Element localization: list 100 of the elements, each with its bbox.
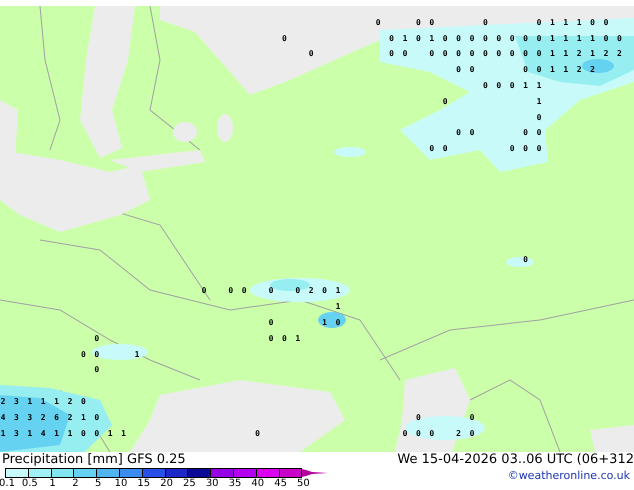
scale-label: 15 [137, 478, 150, 489]
precipitation-value: 1 [550, 18, 555, 27]
sea-area [590, 425, 634, 452]
precipitation-value: 0 [523, 66, 528, 74]
precipitation-value: 0 [470, 430, 474, 438]
precipitation-area [334, 147, 366, 157]
scale-label: 30 [206, 478, 219, 489]
precipitation-value: 1 [550, 66, 555, 74]
precipitation-value: 1 [590, 34, 595, 43]
precipitation-value: 1 [134, 350, 140, 359]
credit-link[interactable]: ©weatheronline.co.uk [508, 469, 634, 482]
precipitation-value: 0 [80, 350, 86, 359]
precipitation-value: 0 [470, 414, 474, 422]
precipitation-value: 0 [523, 50, 528, 58]
precipitation-value: 0 [268, 319, 274, 327]
scale-label: 0.1 [0, 478, 15, 489]
precipitation-value: 2 [68, 398, 72, 406]
precipitation-value: 0 [429, 145, 434, 154]
precipitation-value: 1 [550, 50, 555, 58]
precipitation-value: 0 [94, 334, 100, 343]
precipitation-value: 0 [429, 430, 434, 438]
precipitation-value: 0 [94, 430, 100, 438]
precipitation-value: 0 [376, 18, 381, 27]
precipitation-value: 3 [27, 414, 32, 422]
precipitation-value: 0 [94, 350, 100, 359]
precipitation-value: 1 [40, 398, 46, 406]
precipitation-value: 2 [68, 414, 72, 422]
precipitation-value: 0 [242, 287, 247, 296]
precipitation-value: 0 [202, 287, 206, 296]
precipitation-value: 0 [429, 18, 434, 27]
precipitation-value: 0 [389, 50, 394, 58]
scale-label: 20 [160, 478, 173, 489]
precipitation-value: 0 [482, 34, 488, 43]
precipitation-value: 1 [590, 50, 595, 58]
precipitation-value: 1 [576, 34, 582, 43]
precipitation-value: 1 [536, 98, 542, 106]
precipitation-value: 0 [322, 287, 327, 296]
precipitation-value: 0 [536, 66, 542, 74]
precipitation-value: 1 [523, 82, 528, 90]
precipitation-value: 0 [442, 98, 448, 106]
precipitation-value: 0 [536, 34, 542, 43]
precipitation-value: 1 [550, 34, 555, 43]
scale-label: 40 [251, 478, 264, 489]
precipitation-value: 0 [255, 430, 260, 438]
precipitation-value: 0 [268, 334, 274, 343]
precipitation-area [92, 344, 148, 360]
precipitation-value: 0 [470, 34, 474, 43]
precipitation-value: 1 [27, 398, 32, 406]
precipitation-value: 0 [510, 82, 515, 90]
precipitation-value: 0 [295, 287, 300, 296]
precipitation-value: 0 [604, 18, 608, 27]
precipitation-value: 4 [0, 414, 6, 422]
precipitation-value: 2 [308, 287, 314, 296]
scale-label: 5 [95, 478, 102, 489]
precipitation-value: 1 [322, 319, 327, 327]
precipitation-value: 0 [282, 34, 287, 43]
precipitation-value: 2 [40, 414, 46, 422]
precipitation-value: 1 [563, 34, 568, 43]
precipitation-value: 2 [576, 50, 582, 58]
precipitation-value: 0 [228, 287, 234, 296]
precipitation-value: 0 [416, 34, 421, 43]
precipitation-value: 3 [14, 430, 19, 438]
precipitation-value: 0 [94, 414, 100, 422]
precipitation-value: 0 [336, 319, 340, 327]
precipitation-value: 0 [442, 145, 448, 154]
precipitation-value: 1 [536, 82, 542, 90]
lake-area [173, 122, 197, 142]
precipitation-value: 0 [402, 430, 408, 438]
precipitation-value: 3 [14, 414, 19, 422]
precipitation-value: 1 [336, 303, 340, 312]
precipitation-value: 4 [40, 430, 46, 438]
precipitation-value: 2 [456, 430, 461, 438]
precipitation-value: 1 [68, 430, 72, 438]
scale-label: 10 [114, 478, 128, 489]
precipitation-value: 0 [470, 66, 474, 74]
precipitation-value: 0 [510, 34, 515, 43]
precipitation-area [506, 257, 534, 267]
precipitation-value: 0 [416, 414, 421, 422]
lake-area [217, 114, 233, 142]
precipitation-value: 2 [590, 66, 595, 74]
precipitation-value: 0 [470, 50, 474, 58]
precipitation-value: 0 [523, 34, 528, 43]
precipitation-value: 0 [80, 430, 86, 438]
scale-label: 0.5 [22, 478, 38, 489]
precipitation-value: 0 [470, 129, 474, 138]
precipitation-value: 0 [496, 50, 502, 58]
precipitation-value: 0 [616, 34, 622, 43]
scale-label: 1 [49, 478, 56, 489]
precipitation-value: 0 [482, 50, 488, 58]
precipitation-value: 2 [576, 66, 582, 74]
precipitation-value: 1 [54, 398, 59, 406]
precipitation-value: 0 [308, 50, 314, 58]
precipitation-value: 2 [0, 398, 6, 406]
scale-label: 50 [297, 478, 310, 489]
precipitation-value: 2 [604, 50, 608, 58]
precipitation-value: 0 [94, 366, 100, 374]
precipitation-value: 1 [429, 34, 434, 43]
precipitation-value: 0 [523, 256, 528, 264]
precipitation-value: 1 [576, 18, 582, 27]
precipitation-value: 0 [268, 287, 274, 296]
